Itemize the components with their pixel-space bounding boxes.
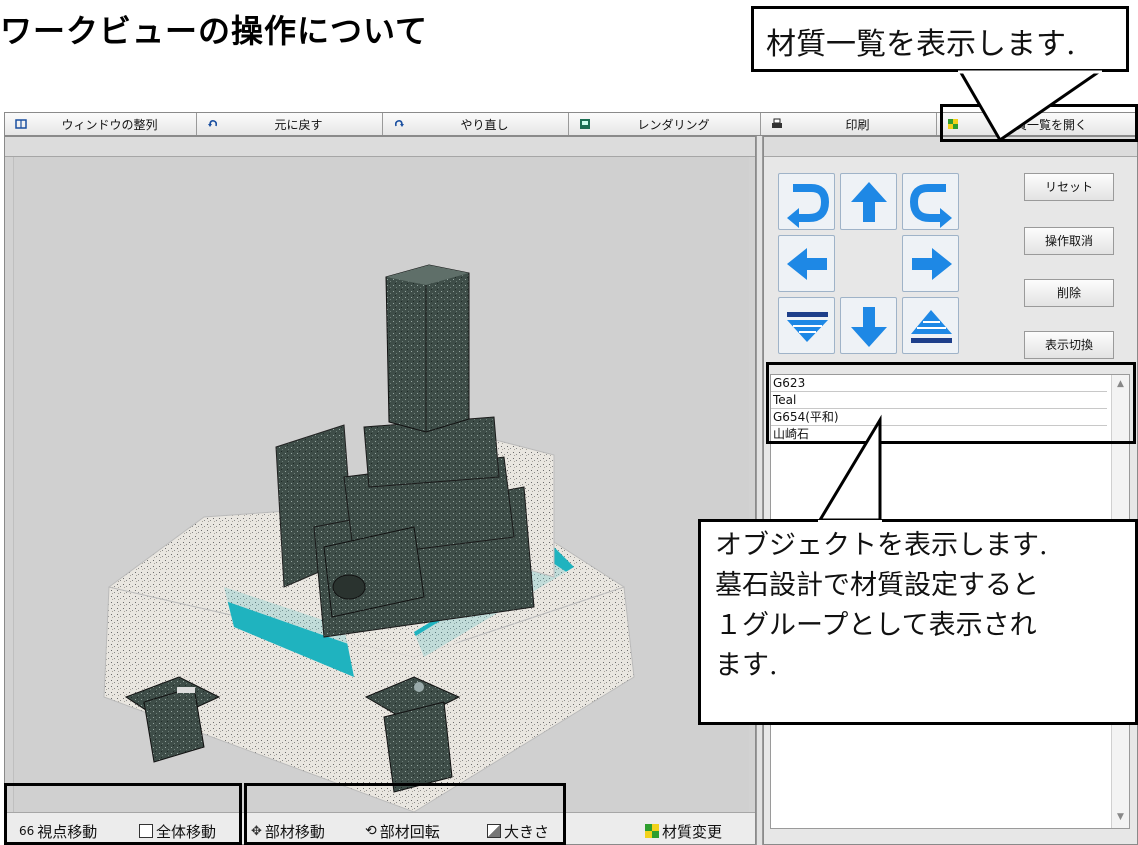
scroll-down-icon: ▼: [1117, 812, 1124, 822]
arrow-down-double-icon: [787, 312, 828, 342]
arrow-right-icon: [912, 248, 952, 280]
list-item[interactable]: 山崎石: [771, 426, 1107, 443]
callout-line: ます.: [715, 650, 778, 681]
part-move-label: 部材移動: [264, 822, 325, 841]
size-label: 大きさ: [504, 822, 550, 841]
gravestone-3d-model: [103, 264, 635, 813]
callout-line: 墓石設計で材質設定すると: [715, 570, 1039, 601]
print-button[interactable]: 印刷: [761, 113, 937, 135]
main-toolbar: ウィンドウの整列 元に戻す やり直し レンダリング 印刷 材質一覧を開く: [4, 112, 1136, 136]
viewpoint-move-button[interactable]: 66 視点移動: [19, 819, 97, 843]
work-view-title-strip: [5, 137, 755, 157]
callout-object-list: オブジェクトを表示します. 墓石設計で材質設定すると １グループとして表示され …: [698, 519, 1138, 725]
material-grid-icon: [948, 119, 958, 129]
callout-line: １グループとして表示され: [715, 610, 1037, 641]
window-arrange-button[interactable]: ウィンドウの整列: [5, 113, 197, 135]
whole-move-icon: [139, 824, 153, 838]
open-material-list-label: 材質一覧を開く: [1002, 117, 1087, 132]
list-item[interactable]: G623: [771, 375, 1107, 392]
render-icon: [580, 119, 590, 129]
arrow-down-icon: [851, 307, 887, 347]
work-view-canvas[interactable]: [13, 157, 749, 814]
whole-move-label: 全体移動: [156, 822, 217, 841]
viewpoint-move-label: 視点移動: [37, 822, 98, 841]
open-material-list-button[interactable]: 材質一覧を開く: [937, 113, 1135, 135]
size-button[interactable]: 大きさ: [487, 819, 549, 843]
rotate-icon: ⟲: [365, 823, 377, 839]
undo-operation-button[interactable]: 操作取消: [1024, 227, 1114, 255]
size-icon: [487, 824, 501, 838]
material-grid-icon: [645, 824, 659, 838]
move-cross-icon: ✥: [251, 823, 262, 839]
arrow-left-icon: [787, 248, 827, 280]
render-label: レンダリング: [637, 117, 710, 132]
material-change-label: 材質変更: [662, 822, 723, 841]
material-change-button[interactable]: 材質変更: [645, 819, 722, 843]
move-down-plane-button[interactable]: [778, 297, 835, 354]
rotate-left-button[interactable]: [778, 173, 835, 230]
list-item[interactable]: G654(平和): [771, 409, 1107, 426]
part-rotate-button[interactable]: ⟲ 部材回転: [365, 819, 440, 843]
reset-button[interactable]: リセット: [1024, 173, 1114, 201]
render-button[interactable]: レンダリング: [569, 113, 761, 135]
toggle-view-button[interactable]: 表示切換: [1024, 331, 1114, 359]
window-arrange-label: ウィンドウの整列: [61, 117, 158, 132]
redo-button[interactable]: やり直し: [383, 113, 569, 135]
move-down-button[interactable]: [840, 297, 897, 354]
print-label: 印刷: [845, 117, 870, 132]
move-left-button[interactable]: [778, 235, 835, 292]
rotate-right-icon: [909, 184, 952, 228]
scroll-up-icon: ▲: [1117, 379, 1124, 389]
redo-label: やり直し: [460, 117, 509, 132]
view-mode-bar: 66 視点移動 全体移動 ✥ 部材移動 ⟲ 部材回転 大きさ 材質変更: [5, 812, 755, 844]
panel-splitter[interactable]: [756, 136, 763, 845]
page-title: ワークビューの操作について: [0, 12, 429, 50]
binoculars-icon: 66: [19, 824, 35, 838]
list-item[interactable]: Teal: [771, 392, 1107, 409]
part-move-button[interactable]: ✥ 部材移動: [251, 819, 325, 843]
part-rotate-label: 部材回転: [379, 822, 440, 841]
controller-title-strip: [764, 137, 1137, 157]
undo-icon: [208, 120, 218, 127]
callout-line: オブジェクトを表示します.: [715, 530, 1048, 561]
callout-materials-list: 材質一覧を表示します.: [751, 6, 1129, 72]
whole-move-button[interactable]: 全体移動: [139, 819, 216, 843]
redo-icon: [394, 120, 404, 127]
window-arrange-icon: [15, 119, 27, 129]
undo-label: 元に戻す: [274, 117, 323, 132]
move-up-plane-button[interactable]: [902, 297, 959, 354]
rotate-left-icon: [787, 184, 830, 228]
move-up-button[interactable]: [840, 173, 897, 230]
arrow-up-double-icon: [911, 310, 952, 343]
print-icon: [772, 118, 782, 128]
rotate-right-button[interactable]: [902, 173, 959, 230]
undo-button[interactable]: 元に戻す: [197, 113, 383, 135]
move-right-button[interactable]: [902, 235, 959, 292]
delete-button[interactable]: 削除: [1024, 279, 1114, 307]
simple-controller-panel: リセット 操作取消 削除 表示切換 G623 Teal G654(平和) 山崎石…: [763, 136, 1138, 845]
work-view-panel: 66 視点移動 全体移動 ✥ 部材移動 ⟲ 部材回転 大きさ 材質変更: [4, 136, 756, 845]
arrow-up-icon: [851, 182, 887, 222]
